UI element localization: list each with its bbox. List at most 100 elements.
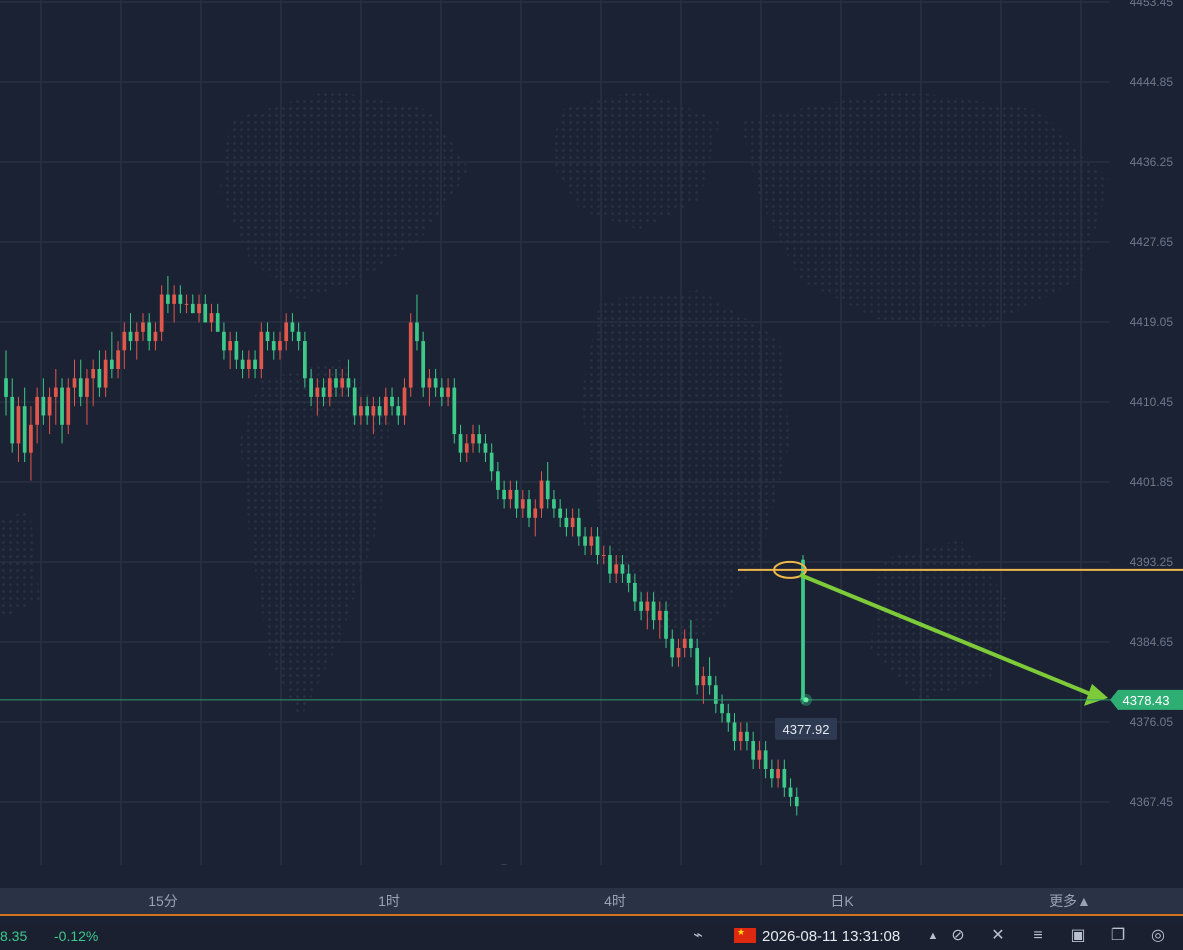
candle-body [695,648,700,686]
candle-body [340,378,345,388]
candle [782,759,787,797]
candle [464,434,469,462]
candle [589,527,594,556]
candle-body [707,675,712,686]
candle [215,303,220,332]
candle-body [489,452,494,472]
y-tick-label: 4367.45 [1130,795,1174,809]
candle [539,471,544,518]
candle-body [670,638,675,658]
candle-body [620,564,625,574]
candle [222,322,226,360]
candle-body [315,387,320,397]
candle [527,489,531,528]
candle [769,759,774,788]
candle [228,331,233,369]
tab-more[interactable]: 更多▲ [1030,888,1110,914]
candle-body [477,434,482,444]
candle [701,666,706,704]
y-tick-label: 4427.65 [1130,235,1174,249]
candle [408,313,413,397]
candle-body [16,406,21,444]
timeframe-bar: 15分 1时 4时 日K 更多▲ [0,888,1183,916]
candle-body [29,424,33,453]
camera-off-icon[interactable]: ⊘ [948,926,968,946]
candle [78,359,83,407]
candle-body [284,322,289,342]
candle [66,378,71,435]
candle-body [66,387,71,425]
candle [576,508,581,546]
candle [265,322,270,351]
candle-body [583,536,587,546]
chart-area[interactable]: 4453.45 4444.85 4436.25 4427.65 4419.05 4410.… [0,0,1183,865]
candle [35,387,40,444]
candle-body [458,434,463,453]
candle [570,508,575,537]
candle-body [60,387,64,425]
candle [10,378,15,453]
candle [85,368,89,425]
candle [558,499,563,528]
candle [695,638,700,695]
camera-icon[interactable]: ▣ [1068,926,1088,946]
candle [751,731,756,769]
tools-icon[interactable]: ✕ [988,926,1008,946]
candle-body [626,573,631,583]
candle [433,368,438,397]
window-icon[interactable]: ❐ [1108,926,1128,946]
world-map-background [0,90,1110,720]
candle-body [334,378,338,388]
candle-body [608,555,612,574]
tab-4hour[interactable]: 4时 [575,888,655,914]
candle-body [47,396,52,416]
candle [545,462,550,509]
candle [458,424,463,462]
y-tick-label: 4419.05 [1130,315,1174,329]
candle-body [520,499,525,509]
candle-body [390,396,394,407]
tab-15min[interactable]: 15分 [123,888,203,914]
candle-body [514,489,519,509]
link-off-icon[interactable]: ⌁ [688,926,708,946]
candle-body [53,387,58,397]
candle-body [676,648,681,658]
shield-icon[interactable]: ◎ [1148,926,1168,946]
candle-body [763,750,768,769]
candle [794,787,799,816]
candle [271,331,276,360]
candle [53,368,58,425]
tab-daily[interactable]: 日K [802,888,882,914]
candle [402,378,407,425]
candle [16,396,21,462]
candle-body [383,396,388,416]
candle-body [527,499,531,518]
candle-body [576,517,581,537]
candle-body [595,536,600,556]
candle-body [228,341,233,351]
candle [496,462,500,500]
candle [153,322,158,351]
candle-body [788,787,793,797]
tab-1hour[interactable]: 1时 [349,888,429,914]
candle-body [278,341,282,351]
candlestick-chart[interactable]: 4453.45 4444.85 4436.25 4427.65 4419.05 4410.… [0,0,1183,865]
candle-body [738,731,743,742]
candle [253,350,257,379]
candle-body [427,378,432,388]
candle-body [215,313,220,332]
list-icon[interactable]: ≡ [1028,926,1048,946]
candle [116,341,120,379]
candle-body [172,294,176,304]
map-landmass [740,90,1110,330]
candle-body [408,322,413,388]
candle [533,499,538,537]
candle-body [128,331,133,342]
candle-body [502,489,506,500]
candle [134,322,139,360]
candle [60,378,64,444]
scroll-handle [500,864,508,865]
candle-body [234,341,239,360]
candle-body [159,294,164,332]
triangle-up-icon[interactable]: ▲ [923,926,943,946]
